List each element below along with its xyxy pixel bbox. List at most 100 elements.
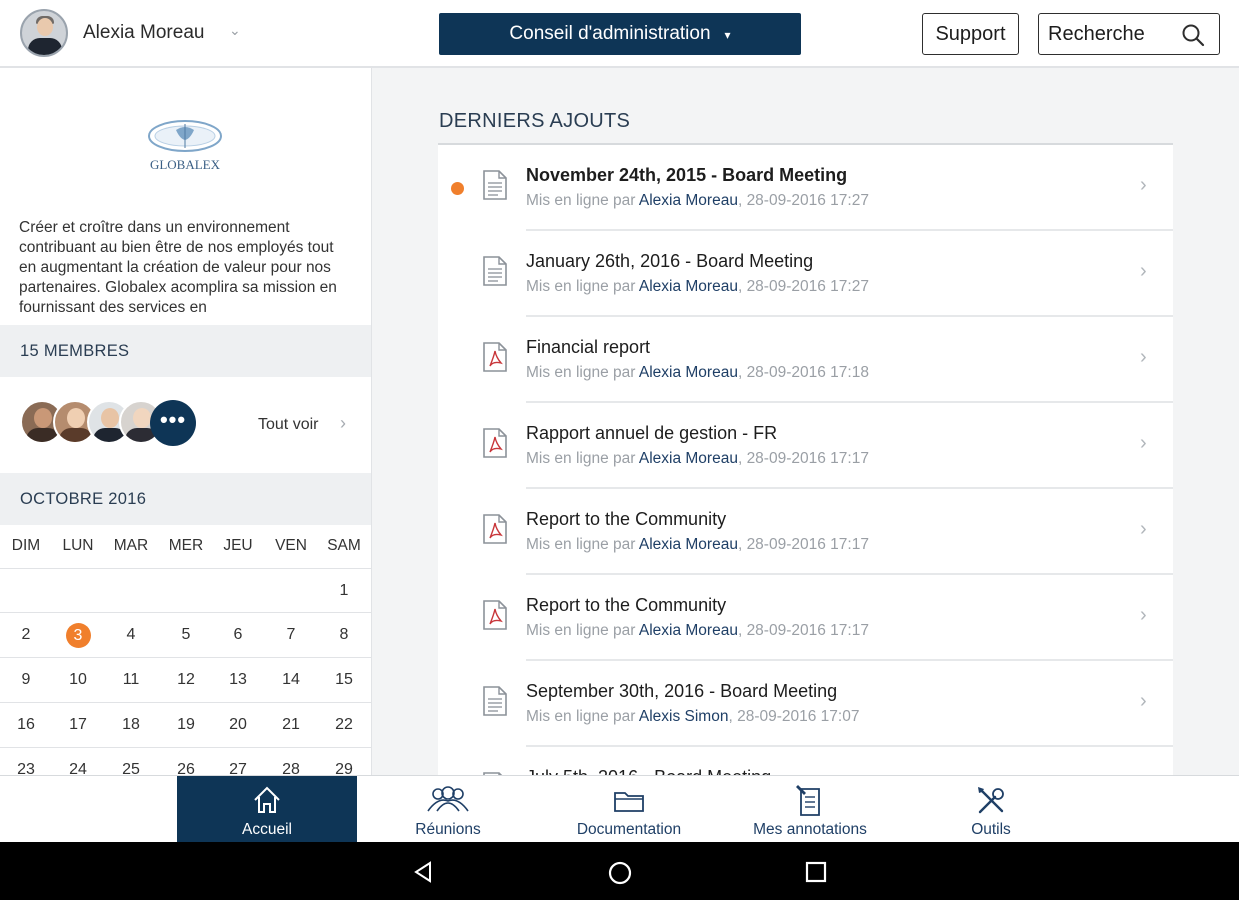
see-all-link[interactable]: Tout voir <box>258 416 318 434</box>
uploaded-by-prefix: Mis en ligne par <box>526 192 639 209</box>
people-icon <box>427 786 469 812</box>
organization-selector[interactable]: Conseil d'administration ▾ <box>439 13 801 55</box>
weekday-label: DIM <box>11 537 41 554</box>
calendar-day[interactable]: 17 <box>52 716 104 734</box>
calendar-day[interactable]: 1 <box>318 582 370 600</box>
document-row[interactable]: Report to the Community Mis en ligne par … <box>438 489 1173 575</box>
document-row[interactable]: September 30th, 2016 - Board Meeting Mis … <box>438 661 1173 747</box>
calendar-day[interactable]: 6 <box>212 626 264 644</box>
calendar-week: 16 17 18 19 20 21 22 <box>0 702 371 747</box>
calendar-day-today[interactable]: 3 <box>52 623 104 648</box>
document-title: Rapport annuel de gestion - FR <box>526 423 778 443</box>
document-row[interactable]: Report to the Community Mis en ligne par … <box>438 575 1173 661</box>
calendar-day[interactable]: 11 <box>105 671 157 689</box>
chevron-down-icon[interactable]: ⌄ <box>229 22 241 39</box>
organization-label: Conseil d'administration <box>509 23 711 44</box>
calendar-day[interactable]: 16 <box>0 716 52 734</box>
calendar-day[interactable]: 23 <box>0 761 52 775</box>
document-meta: Mis en ligne par Alexia Moreau, 28-09-20… <box>526 622 869 640</box>
chevron-right-icon: › <box>1140 690 1147 712</box>
search-button[interactable]: Recherche <box>1038 13 1220 55</box>
logo-text: GLOBALEX <box>150 157 221 172</box>
document-date: , 28-09-2016 17:17 <box>737 450 869 467</box>
chevron-right-icon[interactable]: › <box>340 413 346 434</box>
calendar-day[interactable]: 19 <box>160 716 212 734</box>
weekday-label: MAR <box>113 537 149 554</box>
nav-meetings[interactable]: Réunions <box>358 776 538 843</box>
more-members-button[interactable]: ••• <box>150 400 196 446</box>
uploaded-by-prefix: Mis en ligne par <box>526 708 639 725</box>
main-content: DERNIERS AJOUTS November 24th, 2015 - Bo… <box>373 68 1239 775</box>
support-button[interactable]: Support <box>922 13 1019 55</box>
calendar-day[interactable]: 10 <box>52 671 104 689</box>
calendar-day[interactable]: 22 <box>318 716 370 734</box>
document-date: , 28-09-2016 17:27 <box>737 278 869 295</box>
back-icon[interactable] <box>412 860 436 884</box>
uploaded-by-prefix: Mis en ligne par <box>526 536 639 553</box>
document-date: , 28-09-2016 17:17 <box>737 536 869 553</box>
calendar-day[interactable]: 7 <box>265 626 317 644</box>
calendar-day[interactable]: 29 <box>318 761 370 775</box>
calendar-day[interactable]: 13 <box>212 671 264 689</box>
tools-icon <box>978 787 1004 814</box>
document-row[interactable]: Rapport annuel de gestion - FR Mis en lig… <box>438 403 1173 489</box>
nav-annotations[interactable]: Mes annotations <box>720 776 900 843</box>
document-author[interactable]: Alexis Simon <box>639 708 729 725</box>
document-author[interactable]: Alexia Moreau <box>639 192 738 209</box>
calendar-day[interactable]: 12 <box>160 671 212 689</box>
calendar-day[interactable]: 5 <box>160 626 212 644</box>
weekday-label: MER <box>168 537 204 554</box>
document-author[interactable]: Alexia Moreau <box>639 622 738 639</box>
calendar-day[interactable]: 15 <box>318 671 370 689</box>
recent-documents-list: November 24th, 2015 - Board Meeting Mis e… <box>438 143 1173 775</box>
home-button-icon[interactable] <box>607 860 633 886</box>
weekday-label: LUN <box>62 537 94 554</box>
uploaded-by-prefix: Mis en ligne par <box>526 622 639 639</box>
calendar-day[interactable]: 9 <box>0 671 52 689</box>
recent-apps-icon[interactable] <box>804 860 828 884</box>
annotation-icon <box>796 785 820 816</box>
calendar-week: 9 10 11 12 13 14 15 <box>0 657 371 702</box>
uploaded-by-prefix: Mis en ligne par <box>526 450 639 467</box>
calendar-day[interactable]: 25 <box>105 761 157 775</box>
calendar-day[interactable]: 8 <box>318 626 370 644</box>
nav-tools[interactable]: Outils <box>901 776 1081 843</box>
calendar-day[interactable]: 21 <box>265 716 317 734</box>
calendar-day[interactable]: 27 <box>212 761 264 775</box>
nav-home[interactable]: Accueil <box>177 776 357 843</box>
calendar-day[interactable]: 20 <box>212 716 264 734</box>
chevron-right-icon: › <box>1140 346 1147 368</box>
calendar-day[interactable]: 24 <box>52 761 104 775</box>
document-author[interactable]: Alexia Moreau <box>639 536 738 553</box>
document-row[interactable]: Financial report Mis en ligne par Alexia … <box>438 317 1173 403</box>
user-avatar[interactable] <box>20 9 68 57</box>
document-row[interactable]: January 26th, 2016 - Board Meeting Mis en… <box>438 231 1173 317</box>
pdf-icon <box>482 599 508 636</box>
chevron-right-icon: › <box>1140 518 1147 540</box>
calendar-day[interactable]: 2 <box>0 626 52 644</box>
document-row[interactable]: July 5th, 2016 - Board Meeting› <box>438 747 1173 775</box>
nav-tools-label: Outils <box>971 821 1011 838</box>
nav-documentation[interactable]: Documentation <box>539 776 719 843</box>
bottom-navigation: Accueil Réunions Documentation Mes annot… <box>0 775 1239 843</box>
document-author[interactable]: Alexia Moreau <box>639 450 738 467</box>
document-title: Report to the Community <box>526 509 727 529</box>
document-author[interactable]: Alexia Moreau <box>639 364 738 381</box>
document-icon <box>482 255 508 292</box>
top-header: Alexia Moreau ⌄ Conseil d'administration… <box>0 0 1239 68</box>
calendar-month: OCTOBRE 2016 <box>0 473 371 525</box>
calendar-day[interactable]: 14 <box>265 671 317 689</box>
nav-meetings-label: Réunions <box>415 821 481 838</box>
document-title: Report to the Community <box>526 595 727 615</box>
calendar-day[interactable]: 28 <box>265 761 317 775</box>
weekday-label: SAM <box>327 537 361 554</box>
document-row[interactable]: November 24th, 2015 - Board Meeting Mis e… <box>438 145 1173 231</box>
calendar-day[interactable]: 26 <box>160 761 212 775</box>
android-navigation-bar <box>0 842 1239 900</box>
calendar-day[interactable]: 4 <box>105 626 157 644</box>
calendar-week: 23 24 25 26 27 28 29 <box>0 747 371 775</box>
user-name[interactable]: Alexia Moreau <box>83 22 204 44</box>
document-author[interactable]: Alexia Moreau <box>639 278 738 295</box>
document-meta: Mis en ligne par Alexia Moreau, 28-09-20… <box>526 536 869 554</box>
calendar-day[interactable]: 18 <box>105 716 157 734</box>
